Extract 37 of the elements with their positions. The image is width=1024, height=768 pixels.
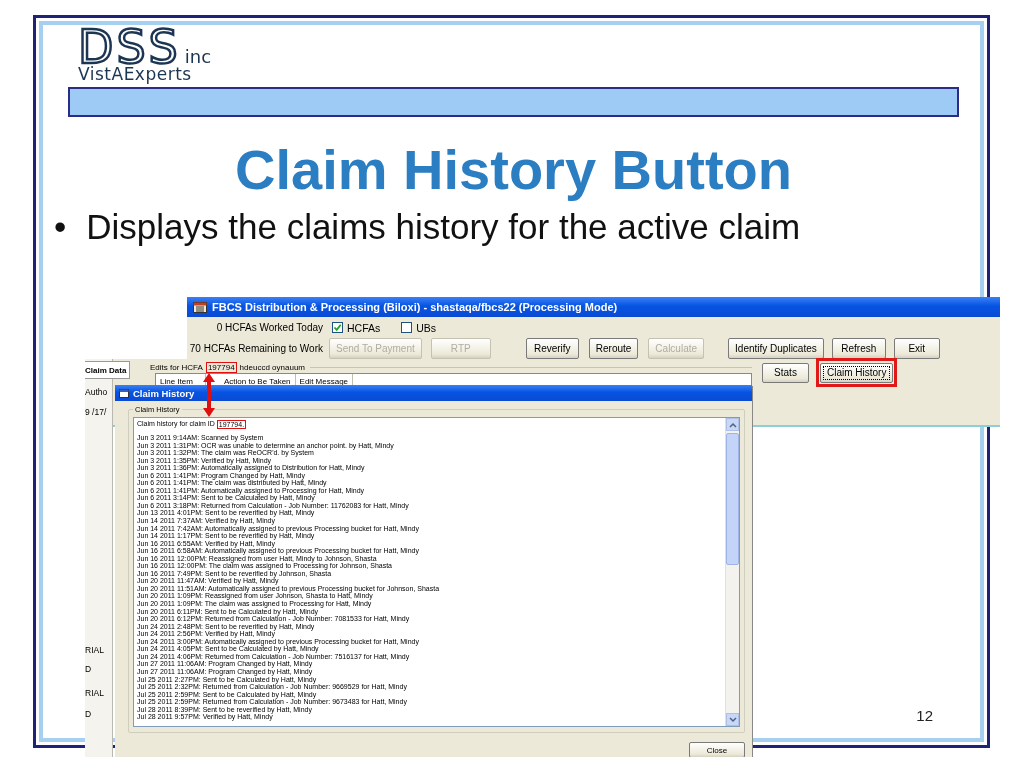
tab[interactable]: Claim Data xyxy=(85,361,131,379)
scrollbar[interactable] xyxy=(725,418,739,726)
pane-text: 9 /17/ xyxy=(85,407,108,418)
toolbar-button[interactable]: Reverify xyxy=(525,338,579,359)
scroll-thumb[interactable] xyxy=(726,433,739,565)
window-icon xyxy=(119,388,129,398)
toolbar-button[interactable]: Identify Duplicates xyxy=(728,338,824,359)
pane-text: Autho xyxy=(85,387,109,398)
checkbox[interactable] xyxy=(332,322,343,333)
pane-text: RIAL xyxy=(85,688,105,699)
status-label: 70 HCFAs Remaining to Work xyxy=(189,343,323,354)
page-number: 12 xyxy=(916,707,933,724)
slide-title: Claim History Button xyxy=(234,137,793,203)
logo-tagline: VistAExperts xyxy=(78,65,193,83)
bullet-marker: • xyxy=(54,206,67,248)
status-label: 0 HCFAs Worked Today xyxy=(216,322,323,333)
action-button[interactable]: Claim History xyxy=(820,362,894,383)
group-label: Edits for HCFA xyxy=(150,362,203,372)
bullet-text: Displays the claims history for the active claim xyxy=(86,206,801,248)
claim-id: 197794 xyxy=(205,361,237,373)
checkbox-label: UBs xyxy=(416,321,437,334)
checkbox-label: HCFAs xyxy=(347,321,381,334)
pane-text: RIAL xyxy=(85,645,105,656)
check-icon xyxy=(333,323,342,332)
toolbar-button[interactable]: Reroute xyxy=(588,338,639,359)
toolbar-button[interactable]: Exit xyxy=(893,338,940,359)
pane-text: D xyxy=(85,664,93,675)
double-arrow xyxy=(203,373,215,417)
logo-suffix: inc xyxy=(184,49,212,65)
window-title: FBCS Distribution & Processing (Biloxi) - shastaqa/fbcs22 (Processing Mode) xyxy=(212,301,618,313)
close-button[interactable]: Close xyxy=(689,742,745,757)
action-button[interactable]: Stats xyxy=(762,362,809,383)
toolbar-button[interactable]: Refresh xyxy=(831,338,886,359)
pane-text: D xyxy=(85,709,93,720)
dialog-title: Claim History xyxy=(133,387,195,399)
checkbox[interactable] xyxy=(401,322,413,333)
claim-name: hdeuccd oynauum xyxy=(239,362,305,372)
